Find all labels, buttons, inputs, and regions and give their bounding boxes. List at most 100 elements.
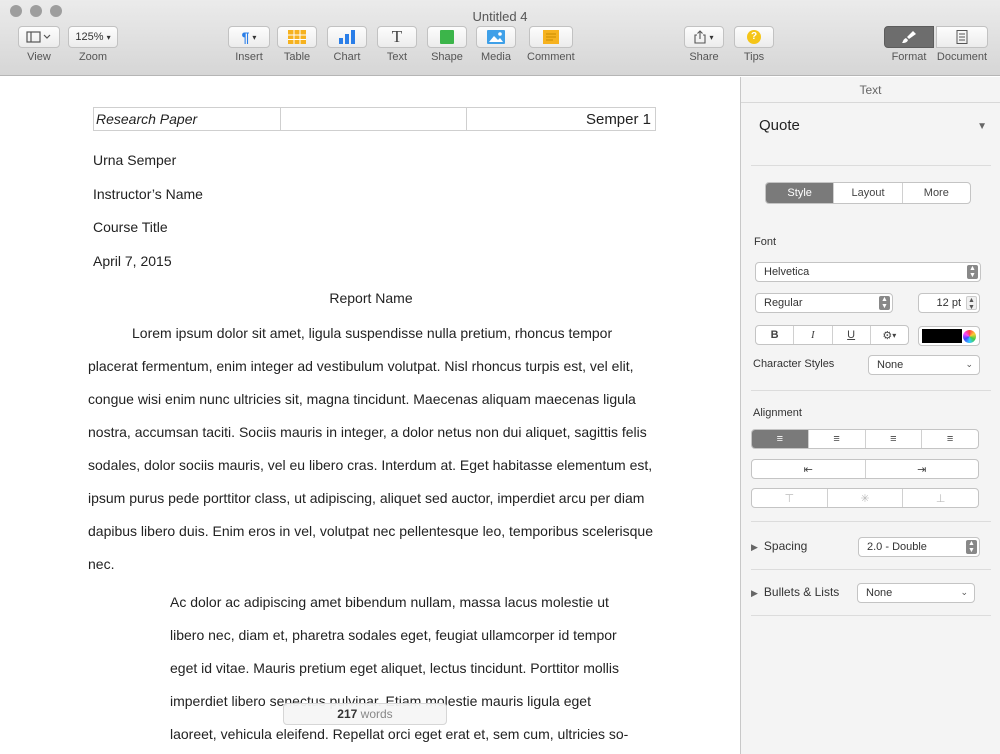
author-name[interactable]: Urna Semper (93, 152, 176, 168)
indent-buttons: ⇤ ⇥ (751, 459, 979, 479)
disclosure-triangle-icon: ▶ (751, 542, 758, 552)
zoom-select[interactable]: 125% ▾ (68, 26, 118, 48)
format-button[interactable] (884, 26, 934, 48)
increase-indent-icon[interactable]: ⇥ (866, 460, 979, 478)
view-button[interactable] (18, 26, 60, 48)
bullets-value: None (866, 587, 893, 599)
tab-more[interactable]: More (903, 183, 970, 203)
text-style-buttons: B I U ⚙ ▾ (755, 325, 909, 345)
comment-label: Comment (527, 51, 575, 63)
shape-label: Shape (431, 51, 463, 63)
tab-layout[interactable]: Layout (834, 183, 903, 203)
view-label: View (27, 51, 51, 63)
shape-control[interactable]: Shape (427, 26, 467, 63)
tips-control[interactable]: ? Tips (734, 26, 774, 63)
spacing-label: Spacing (763, 539, 808, 553)
zoom-control[interactable]: 125% ▾ Zoom (68, 26, 118, 63)
character-styles-select[interactable]: None ⌄ (868, 355, 980, 375)
italic-button[interactable]: I (794, 326, 833, 344)
align-justify-icon[interactable]: ≡ (922, 430, 978, 448)
tips-button[interactable]: ? (734, 26, 774, 48)
decrease-indent-icon[interactable]: ⇤ (752, 460, 866, 478)
bullets-select[interactable]: None ⌄ (857, 583, 975, 603)
zoom-value: 125% (75, 31, 104, 43)
font-style-select[interactable]: Regular ▲ ▼ (755, 293, 893, 313)
bold-button[interactable]: B (756, 326, 795, 344)
comment-control[interactable]: Comment (527, 26, 575, 63)
alignment-heading: Alignment (753, 407, 802, 419)
share-button[interactable]: ▾ (684, 26, 724, 48)
color-wheel-icon[interactable] (963, 330, 976, 343)
insert-control[interactable]: ¶ ▾ Insert (228, 26, 270, 63)
word-count[interactable]: 217 words (283, 703, 447, 725)
bullets-disclosure[interactable]: ▶ Bullets & Lists (751, 585, 839, 599)
body-paragraph[interactable]: Lorem ipsum dolor sit amet, ligula suspe… (88, 317, 656, 581)
text-color-well[interactable] (918, 326, 980, 346)
font-size-value: 12 pt (936, 297, 961, 309)
spacing-select[interactable]: 2.0 - Double ▲ ▼ (858, 537, 980, 557)
tab-style[interactable]: Style (766, 183, 835, 203)
chevron-down-icon: ▾ (709, 32, 714, 42)
stepper-icon: ▲ ▼ (966, 540, 977, 554)
align-top-icon[interactable]: ⊤ (752, 489, 828, 507)
font-size-field[interactable]: 12 pt ▲ ▼ (918, 293, 980, 313)
bar-chart-icon (339, 30, 355, 44)
word-count-number: 217 (337, 707, 358, 721)
chevron-down-icon: ▾ (892, 330, 897, 340)
table-icon (288, 30, 306, 44)
chart-button[interactable] (327, 26, 367, 48)
character-styles-value: None (877, 359, 904, 371)
vertical-align-buttons: ⊤ ✳ ⊥ (751, 488, 979, 508)
spacing-disclosure[interactable]: ▶ Spacing (751, 539, 807, 553)
header-right[interactable]: Semper 1 (467, 108, 655, 130)
header-middle[interactable] (281, 108, 468, 130)
date-line[interactable]: April 7, 2015 (93, 253, 172, 269)
insert-label: Insert (235, 51, 263, 63)
quote-paragraph[interactable]: Ac dolor ac adipiscing amet bibendum nul… (170, 586, 640, 751)
course-title[interactable]: Course Title (93, 219, 168, 235)
view-control[interactable]: View (18, 26, 60, 63)
table-label: Table (283, 51, 311, 63)
chevron-down-icon: ▾ (106, 32, 111, 42)
bullets-label: Bullets & Lists (763, 585, 840, 599)
align-bottom-icon[interactable]: ⊥ (903, 489, 978, 507)
format-control[interactable]: Format (884, 26, 934, 63)
shape-button[interactable] (427, 26, 467, 48)
report-title[interactable]: Report Name (93, 290, 649, 306)
media-button[interactable] (476, 26, 516, 48)
text-button[interactable]: T (377, 26, 417, 48)
font-family-select[interactable]: Helvetica ▲ ▼ (755, 262, 981, 282)
align-center-icon[interactable]: ≡ (809, 430, 866, 448)
align-middle-icon[interactable]: ✳ (828, 489, 904, 507)
share-control[interactable]: ▾ Share (684, 26, 724, 63)
header-left[interactable]: Research Paper (94, 108, 281, 130)
shape-square-icon (440, 30, 454, 44)
text-control[interactable]: T Text (377, 26, 417, 63)
chevron-down-icon: ▾ (252, 32, 257, 42)
page-header[interactable]: Research Paper Semper 1 (93, 107, 656, 131)
document-canvas[interactable]: Research Paper Semper 1 Urna Semper Inst… (0, 77, 740, 754)
word-count-label: words (360, 707, 393, 721)
align-left-icon[interactable]: ≡ (752, 430, 809, 448)
text-box-icon: T (391, 27, 403, 46)
chevron-down-icon: ⌄ (965, 359, 973, 369)
toolbar: Untitled 4 View 125% ▾ Zoom ¶ ▾ Insert T… (0, 0, 1000, 76)
disclosure-triangle-icon: ▶ (751, 588, 758, 598)
table-control[interactable]: Table (277, 26, 317, 63)
instructor-name[interactable]: Instructor’s Name (93, 186, 203, 202)
comment-note-icon (542, 30, 559, 44)
table-button[interactable] (277, 26, 317, 48)
underline-button[interactable]: U (833, 326, 871, 344)
document-button[interactable] (936, 26, 988, 48)
insert-button[interactable]: ¶ ▾ (228, 26, 270, 48)
media-control[interactable]: Media (476, 26, 516, 63)
inspector-title: Text (741, 77, 1000, 103)
comment-button[interactable] (528, 26, 573, 48)
chart-control[interactable]: Chart (327, 26, 367, 63)
paragraph-style-select[interactable]: Quote ▼ (759, 117, 987, 134)
alignment-buttons: ≡ ≡ ≡ ≡ (751, 429, 979, 449)
document-control[interactable]: Document (936, 26, 988, 63)
align-right-icon[interactable]: ≡ (866, 430, 923, 448)
text-options-button[interactable]: ⚙ ▾ (871, 326, 908, 344)
share-icon (694, 30, 707, 44)
